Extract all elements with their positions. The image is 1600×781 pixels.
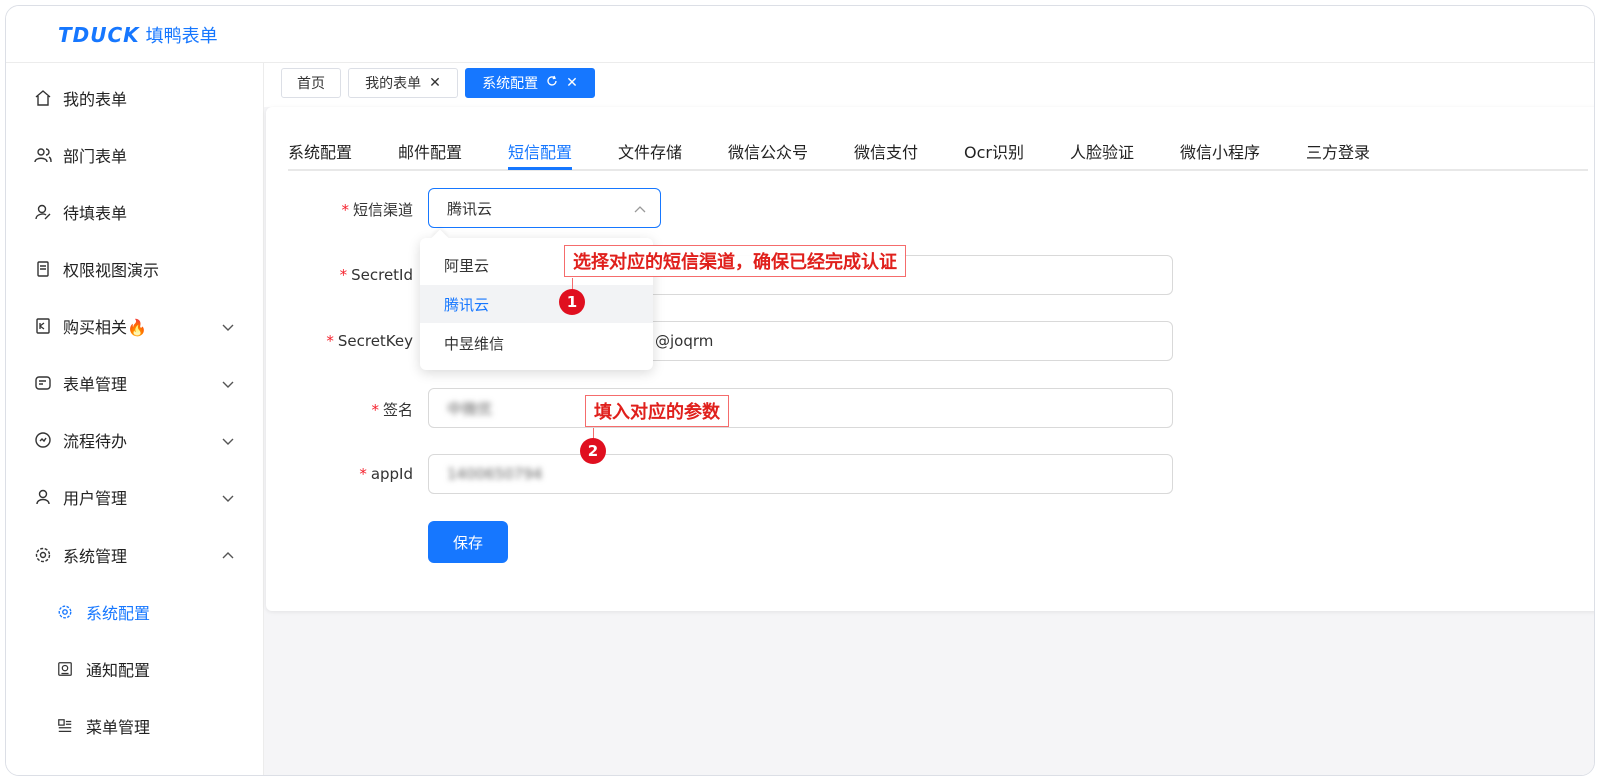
page-tabs: 首页 我的表单 ✕ 系统配置 ✕: [264, 63, 1594, 107]
channel-label: * 短信渠道: [341, 201, 413, 219]
secret-key-value: @joqrm: [655, 332, 714, 350]
sidebar-item-label: 我的表单: [63, 90, 128, 109]
page-tab-label: 首页: [297, 76, 325, 92]
sidebar-item-my-forms[interactable]: 我的表单: [6, 78, 264, 118]
sidebar-item-label: 表单管理: [63, 375, 128, 394]
sidebar-item-label: 用户管理: [63, 489, 128, 508]
tab-wechat-official[interactable]: 微信公众号: [728, 139, 808, 163]
gear-icon: [34, 546, 52, 564]
users-icon: [34, 146, 52, 164]
document-icon: [34, 260, 52, 278]
config-tabs: 系统配置 邮件配置 短信配置 文件存储 微信公众号 微信支付 Ocr识别 人脸验…: [288, 139, 1588, 171]
tab-sms-config[interactable]: 短信配置: [508, 139, 573, 170]
logo[interactable]: TDUCK 填鸭表单: [58, 22, 218, 48]
sidebar-item-user-management[interactable]: 用户管理: [6, 477, 264, 517]
save-button[interactable]: 保存: [428, 521, 508, 563]
channel-select-value: 腾讯云: [447, 199, 493, 218]
app-id-label: * appId: [359, 465, 413, 483]
sign-label: * 签名: [371, 401, 413, 419]
tab-file-storage[interactable]: 文件存储: [618, 139, 682, 163]
sidebar-item-permission-view[interactable]: 权限视图演示: [6, 249, 264, 289]
secret-id-label: * SecretId: [339, 266, 413, 284]
gear-icon: [56, 603, 74, 621]
page-tab-label: 系统配置: [482, 76, 539, 92]
annotation-callout-1: 选择对应的短信渠道，确保已经完成认证: [564, 245, 906, 277]
form-icon: [34, 374, 52, 392]
sidebar-item-label: 系统配置: [86, 604, 151, 623]
tab-third-party-login[interactable]: 三方登录: [1306, 139, 1370, 163]
dropdown-option-tencent[interactable]: 腾讯云: [420, 285, 653, 323]
tab-wechat-miniprogram[interactable]: 微信小程序: [1180, 139, 1260, 163]
chevron-down-icon: [221, 490, 235, 504]
page-tab-label: 我的表单: [365, 76, 422, 92]
page-tab-my-forms[interactable]: 我的表单 ✕: [348, 68, 458, 98]
home-icon: [34, 89, 52, 107]
sidebar: 我的表单 部门表单 待填表单 权限视图演示 购买相关🔥 表单管理 流程待办 用户…: [6, 63, 264, 775]
logo-name: 填鸭表单: [145, 26, 218, 47]
close-icon[interactable]: ✕: [429, 75, 441, 91]
annotation-badge-1: 1: [559, 289, 585, 315]
chevron-down-icon: [221, 376, 235, 390]
sidebar-item-label: 权限视图演示: [63, 261, 160, 280]
app-id-value: 1400650794: [447, 465, 543, 483]
chevron-down-icon: [221, 319, 235, 333]
chevron-up-icon: [634, 202, 646, 214]
sidebar-item-label: 系统管理: [63, 547, 128, 566]
sidebar-item-system-management[interactable]: 系统管理: [6, 535, 264, 575]
tab-mail-config[interactable]: 邮件配置: [398, 139, 462, 163]
annotation-badge-2: 2: [580, 438, 606, 464]
sidebar-item-label: 待填表单: [63, 204, 128, 223]
tab-face-verify[interactable]: 人脸验证: [1070, 139, 1134, 163]
sidebar-item-label: 流程待办: [63, 432, 128, 451]
app-window: TDUCK 填鸭表单 我的表单 部门表单 待填表单 权限视图演示 购买相关🔥 表单…: [5, 5, 1595, 776]
sidebar-item-label: 部门表单: [63, 147, 128, 166]
menu-icon: [56, 717, 74, 735]
sidebar-subitem-system-config[interactable]: 系统配置: [6, 592, 264, 632]
chevron-down-icon: [221, 433, 235, 447]
notice-icon: [56, 660, 74, 678]
sidebar-item-pending-forms[interactable]: 待填表单: [6, 192, 264, 232]
page-tab-home[interactable]: 首页: [281, 68, 341, 98]
annotation-callout-2: 填入对应的参数: [585, 395, 729, 427]
secret-key-label: * SecretKey: [326, 332, 413, 350]
tab-wechat-pay[interactable]: 微信支付: [854, 139, 918, 163]
flow-icon: [34, 431, 52, 449]
sidebar-item-purchase[interactable]: 购买相关🔥: [6, 306, 264, 346]
sidebar-item-workflow[interactable]: 流程待办: [6, 420, 264, 460]
sidebar-subitem-menu-management[interactable]: 菜单管理: [6, 706, 264, 746]
sidebar-item-form-management[interactable]: 表单管理: [6, 363, 264, 403]
sidebar-item-label: 菜单管理: [86, 718, 151, 737]
user-edit-icon: [34, 203, 52, 221]
tab-ocr[interactable]: Ocr识别: [964, 139, 1024, 163]
app-id-input[interactable]: 1400650794: [428, 454, 1173, 494]
close-icon[interactable]: ✕: [566, 75, 578, 91]
sidebar-item-dept-forms[interactable]: 部门表单: [6, 135, 264, 175]
sidebar-item-label: 购买相关🔥: [63, 318, 147, 337]
page-tab-system-config[interactable]: 系统配置 ✕: [465, 68, 595, 98]
receipt-icon: [34, 317, 52, 335]
chevron-up-icon: [221, 548, 235, 562]
refresh-icon[interactable]: [546, 75, 558, 91]
sidebar-subitem-notification-config[interactable]: 通知配置: [6, 649, 264, 689]
sidebar-item-label: 通知配置: [86, 661, 151, 680]
channel-select[interactable]: 腾讯云: [428, 188, 661, 228]
dropdown-option-zhongyu[interactable]: 中昱维信: [420, 324, 653, 362]
tab-system-config[interactable]: 系统配置: [288, 139, 352, 163]
sign-value: 中微优: [447, 399, 493, 418]
top-bar: TDUCK 填鸭表单: [6, 6, 1594, 63]
user-icon: [34, 488, 52, 506]
logo-brand: TDUCK: [58, 23, 140, 47]
main-content: 首页 我的表单 ✕ 系统配置 ✕ 系统配置 邮件配置 短信配置 文件存储 微信公…: [264, 63, 1594, 775]
sign-input[interactable]: 中微优: [428, 388, 1173, 428]
